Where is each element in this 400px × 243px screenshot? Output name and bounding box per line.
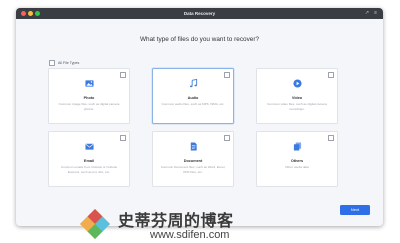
email-checkbox[interactable] [120, 135, 126, 141]
card-desc: Common audio files, such as MP3, WMA, et… [161, 102, 225, 106]
page-question: What type of files do you want to recove… [140, 36, 259, 43]
card-desc: Common Document files, such as Word, Exc… [160, 165, 226, 174]
app-window: Data Recovery ↗ ≡ What type of files do … [16, 8, 383, 226]
music-note-icon [153, 79, 233, 88]
card-audio[interactable]: Audio Common audio files, such as MP3, W… [152, 68, 234, 124]
card-name: Audio [187, 96, 199, 100]
files-icon [257, 142, 337, 151]
photo-checkbox[interactable] [120, 72, 126, 78]
video-checkbox[interactable] [328, 72, 334, 78]
others-checkbox[interactable] [328, 135, 334, 141]
next-button[interactable]: Next [340, 205, 370, 215]
document-icon [153, 142, 233, 151]
play-icon [257, 79, 337, 88]
card-video[interactable]: Video Common video files, such as digita… [256, 68, 338, 124]
arrow-icon[interactable]: ↗ [365, 8, 369, 19]
all-file-types-option[interactable]: All File Types [49, 60, 79, 66]
window-title: Data Recovery [183, 11, 216, 16]
all-file-types-checkbox[interactable] [49, 60, 55, 66]
menu-icon[interactable]: ≡ [374, 8, 377, 19]
card-email[interactable]: Email Common emails from Outlook or Outl… [48, 131, 130, 187]
card-desc: Common emails from Outlook or Outlook Ex… [60, 165, 118, 174]
card-name: Others [290, 159, 304, 163]
audio-checkbox[interactable] [224, 72, 230, 78]
card-others[interactable]: Others Other useful data [256, 131, 338, 187]
all-file-types-label: All File Types [58, 61, 80, 65]
photo-icon [49, 79, 129, 88]
envelope-icon [49, 142, 129, 151]
card-desc: Other useful data [285, 165, 309, 169]
card-photo[interactable]: Photo Common image files, such as digita… [48, 68, 130, 124]
card-desc: Common video files, such as digital came… [267, 102, 327, 111]
card-name: Document [183, 159, 203, 163]
document-checkbox[interactable] [224, 135, 230, 141]
card-name: Email [83, 159, 95, 163]
card-document[interactable]: Document Common Document files, such as … [152, 131, 234, 187]
watermark-chinese-text: 史蒂芬周的博客 [118, 211, 234, 230]
card-name: Video [291, 96, 303, 100]
watermark-logo-icon [80, 209, 110, 239]
watermark: 史蒂芬周的博客 www.sdifen.com [78, 207, 278, 243]
watermark-url: www.sdifen.com [150, 229, 230, 241]
card-desc: Common image files, such as digital came… [58, 102, 120, 111]
title-bar: Data Recovery ↗ ≡ [16, 8, 383, 19]
card-name: Photo [83, 96, 95, 100]
